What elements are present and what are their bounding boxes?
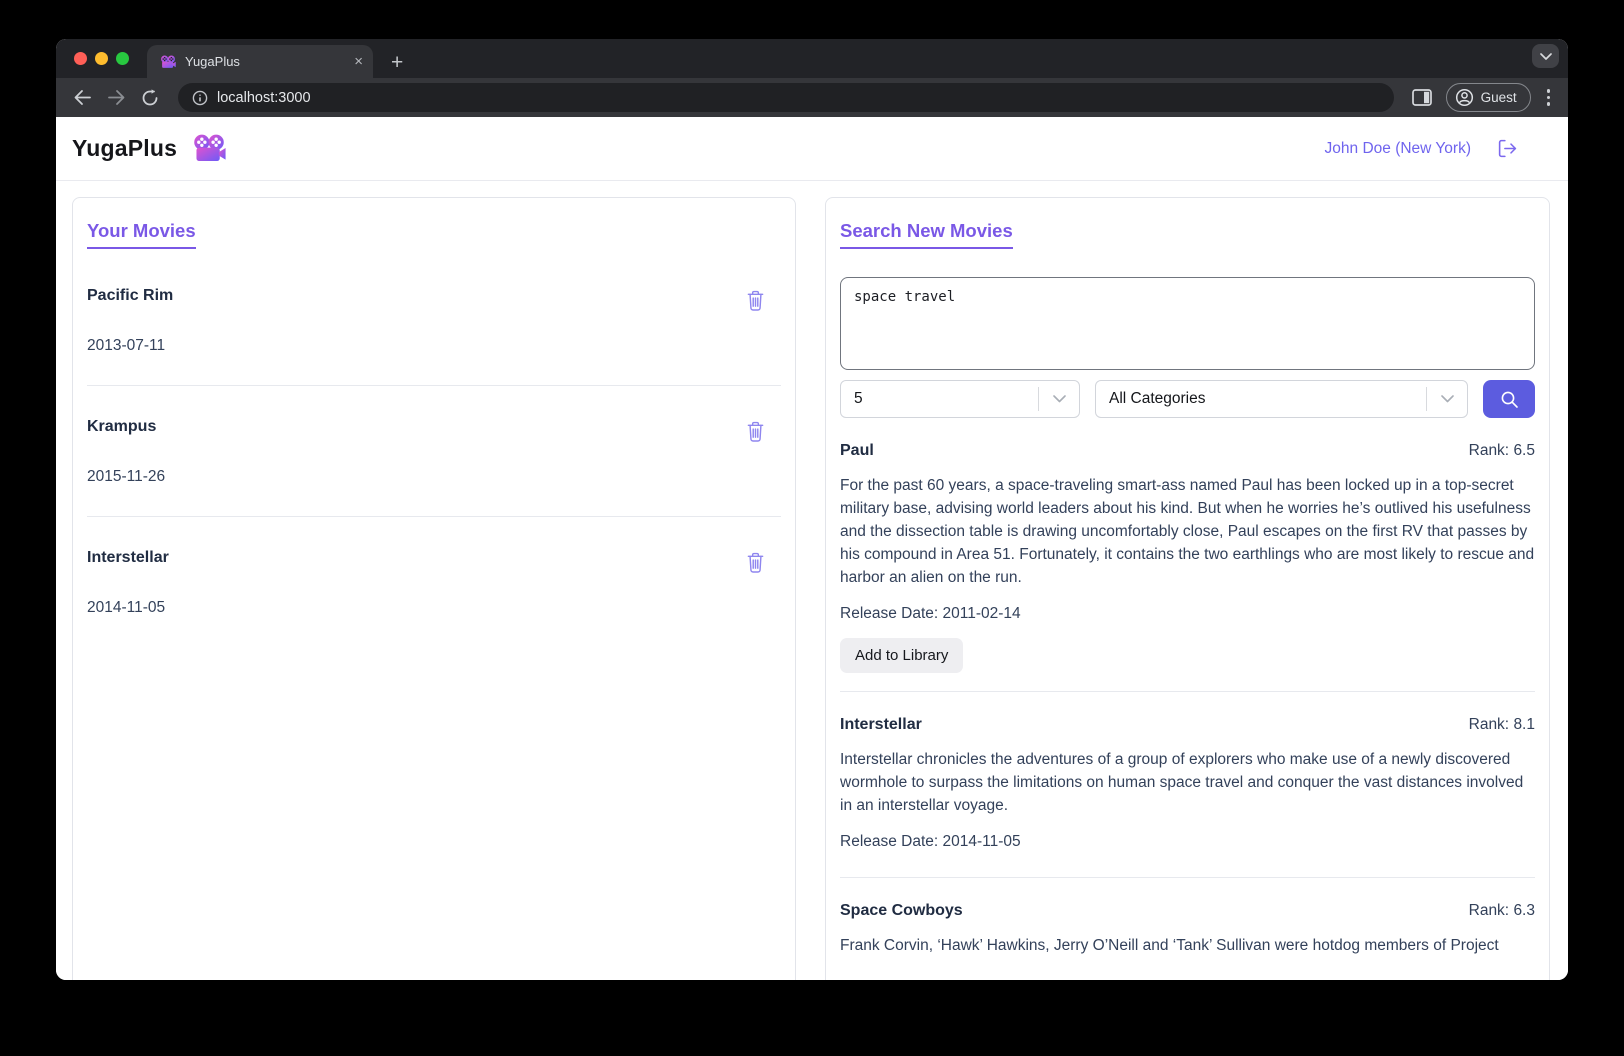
result-description: For the past 60 years, a space-traveling… — [840, 477, 1535, 586]
delete-movie-button[interactable] — [746, 289, 765, 312]
movie-camera-logo-icon — [192, 134, 226, 163]
trash-icon — [747, 552, 764, 573]
guest-avatar-icon — [1455, 88, 1473, 107]
result-limit-select[interactable]: 5 — [840, 380, 1080, 418]
result-title: Paul — [840, 442, 874, 459]
url-text: localhost:3000 — [217, 89, 311, 106]
result-description: Interstellar chronicles the adventures o… — [840, 751, 1524, 814]
delete-movie-button[interactable] — [746, 551, 765, 574]
result-release-date: Release Date: 2011-02-14 — [840, 605, 1021, 622]
side-panel-button[interactable] — [1408, 84, 1436, 112]
result-title: Interstellar — [840, 716, 922, 733]
logout-button[interactable] — [1497, 138, 1518, 159]
result-rank: Rank: 6.5 — [1468, 442, 1535, 459]
result-limit-value: 5 — [854, 390, 863, 407]
browser-window: YugaPlus × + localhost:3000 Guest YugaPl… — [56, 39, 1568, 980]
chevron-down-icon — [1039, 395, 1079, 403]
movie-title: Pacific Rim — [87, 287, 174, 304]
tab-title: YugaPlus — [185, 54, 240, 69]
library-movie-row: Krampus 2015-11-26 — [87, 385, 781, 516]
reload-button[interactable] — [136, 84, 164, 112]
movie-date: 2015-11-26 — [87, 468, 166, 485]
main-area: Your Movies Pacific Rim 2013-07-11 Kramp… — [56, 181, 1568, 980]
search-button[interactable] — [1483, 380, 1535, 418]
back-button[interactable] — [68, 84, 96, 112]
library-movie-row: Pacific Rim 2013-07-11 — [87, 255, 781, 385]
movie-date: 2014-11-05 — [87, 599, 166, 616]
reload-icon — [142, 88, 158, 105]
add-to-library-button[interactable]: Add to Library — [840, 638, 964, 673]
delete-movie-button[interactable] — [746, 420, 765, 443]
search-controls: 5 All Categories — [840, 380, 1535, 418]
result-rank: Rank: 8.1 — [1468, 716, 1535, 733]
side-panel-icon — [1411, 89, 1432, 106]
movie-title: Interstellar — [87, 549, 169, 566]
result-description: Frank Corvin, ‘Hawk’ Hawkins, Jerry O’Ne… — [840, 937, 1499, 954]
browser-tab-yugaplus[interactable]: YugaPlus × — [147, 45, 373, 78]
site-info-icon[interactable] — [192, 90, 208, 106]
trash-icon — [747, 290, 764, 311]
forward-arrow-icon — [107, 90, 124, 105]
search-query-input[interactable]: space travel — [840, 277, 1535, 370]
category-value: All Categories — [1109, 390, 1206, 407]
your-movies-heading: Your Movies — [87, 220, 196, 249]
library-movie-row: Interstellar 2014-11-05 — [87, 516, 781, 647]
category-select[interactable]: All Categories — [1095, 380, 1468, 418]
search-result: Paul Rank: 6.5 For the past 60 years, a … — [840, 442, 1535, 692]
new-tab-button[interactable]: + — [391, 52, 403, 73]
user-profile-link[interactable]: John Doe (New York) — [1325, 140, 1471, 158]
tab-favicon-movie-camera-icon — [160, 54, 176, 69]
tab-close-icon[interactable]: × — [354, 54, 363, 69]
logout-icon — [1498, 139, 1517, 158]
result-release-date: Release Date: 2014-11-05 — [840, 833, 1021, 850]
tab-search-chevron-button[interactable] — [1532, 44, 1559, 68]
movie-title: Krampus — [87, 418, 157, 435]
divider — [840, 691, 1535, 692]
your-movies-panel: Your Movies Pacific Rim 2013-07-11 Kramp… — [72, 197, 796, 980]
chevron-down-icon — [1427, 395, 1467, 403]
back-arrow-icon — [74, 90, 91, 105]
result-title: Space Cowboys — [840, 902, 963, 919]
search-heading: Search New Movies — [840, 220, 1013, 249]
window-controls — [56, 39, 147, 78]
browser-menu-button[interactable] — [1541, 89, 1556, 106]
address-bar[interactable]: localhost:3000 — [178, 83, 1394, 112]
maximize-window-button[interactable] — [116, 52, 129, 65]
tab-strip: YugaPlus × + — [56, 39, 1568, 78]
search-panel: Search New Movies space travel 5 All Cat… — [825, 197, 1550, 980]
movie-date: 2013-07-11 — [87, 337, 166, 354]
result-rank: Rank: 6.3 — [1468, 902, 1535, 919]
search-result: Interstellar Rank: 8.1 Interstellar chro… — [840, 716, 1535, 878]
app-title: YugaPlus — [72, 135, 178, 161]
browser-toolbar: localhost:3000 Guest — [56, 78, 1568, 117]
trash-icon — [747, 421, 764, 442]
app-header: YugaPlus John Doe (New York) — [56, 117, 1568, 181]
divider — [840, 877, 1535, 878]
profile-button[interactable]: Guest — [1445, 83, 1531, 112]
forward-button[interactable] — [102, 84, 130, 112]
search-icon — [1501, 391, 1518, 408]
profile-label: Guest — [1480, 90, 1517, 105]
chevron-down-icon — [1539, 52, 1552, 60]
search-result: Space Cowboys Rank: 6.3 Frank Corvin, ‘H… — [840, 902, 1535, 957]
minimize-window-button[interactable] — [95, 52, 108, 65]
page-content: YugaPlus John Doe (New York) Your Movies… — [56, 117, 1568, 980]
close-window-button[interactable] — [74, 52, 87, 65]
